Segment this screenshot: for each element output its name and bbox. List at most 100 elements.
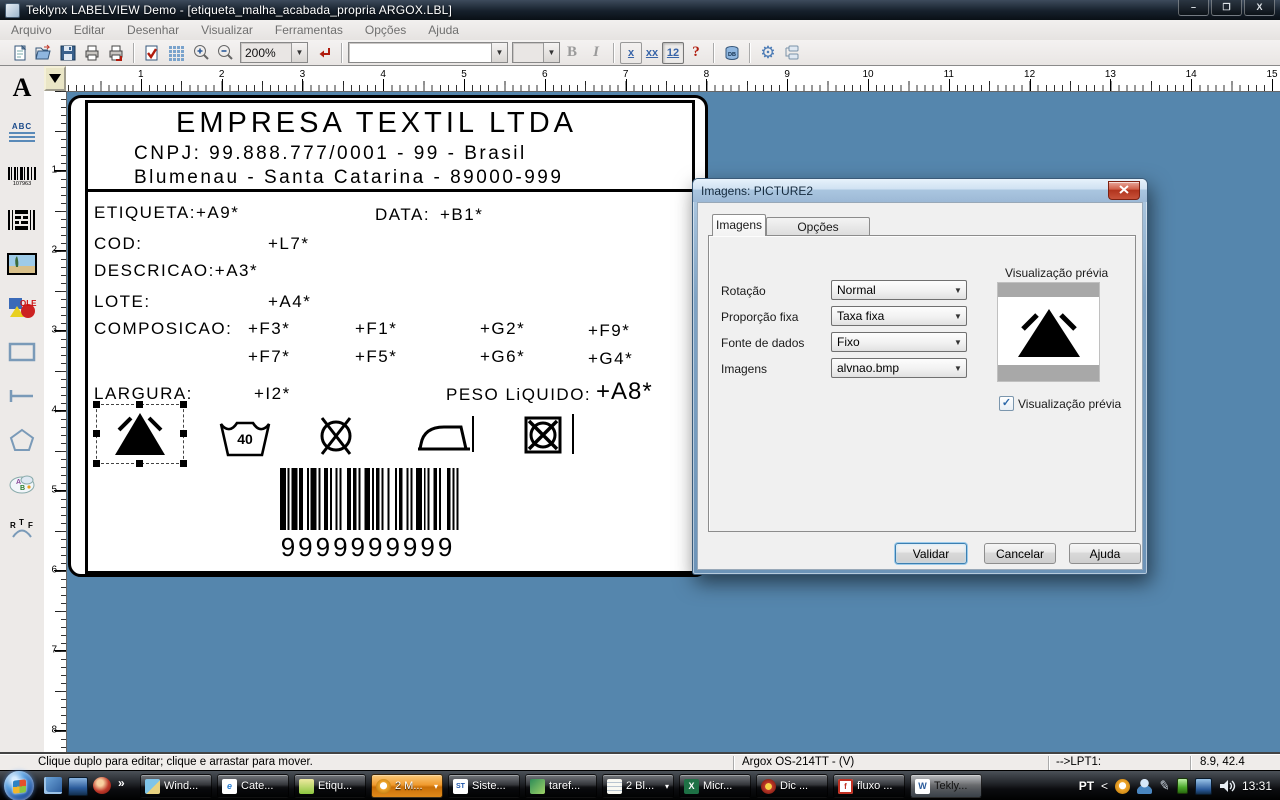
- label-body-box[interactable]: ETIQUETA: +A9* DATA: +B1* COD: +L7* DESC…: [85, 189, 695, 574]
- language-indicator[interactable]: PT: [1079, 779, 1094, 793]
- taskbar-button-10[interactable]: WTekly...: [910, 774, 982, 798]
- composicao-label[interactable]: COMPOSICAO:: [94, 319, 232, 339]
- bold-button[interactable]: B: [560, 42, 584, 64]
- line-tool[interactable]: [3, 378, 41, 414]
- print-setup-icon[interactable]: [104, 42, 128, 64]
- taskbar-button-5[interactable]: taref...: [525, 774, 597, 798]
- menu-ajuda[interactable]: Ajuda: [417, 21, 470, 40]
- tab-opcoes-avancadas[interactable]: Opções Avançadas: [766, 217, 870, 236]
- cancelar-button[interactable]: Cancelar: [984, 543, 1056, 564]
- polygon-tool[interactable]: [3, 422, 41, 458]
- taskbar-button-1[interactable]: eCate...: [217, 774, 289, 798]
- barcode-2d-tool[interactable]: [3, 202, 41, 238]
- text-tool[interactable]: A: [3, 70, 41, 106]
- font-size-select[interactable]: ▼: [512, 42, 560, 63]
- pen-icon[interactable]: ✎: [1158, 777, 1172, 795]
- taskbar-clock[interactable]: 13:31: [1242, 779, 1272, 793]
- ajuda-button[interactable]: Ajuda: [1069, 543, 1141, 564]
- tab-imagens[interactable]: Imagens: [712, 214, 766, 236]
- database-icon[interactable]: DB: [720, 42, 744, 64]
- handle[interactable]: [136, 460, 143, 467]
- barcode-tool[interactable]: 107963: [3, 158, 41, 194]
- handle[interactable]: [136, 401, 143, 408]
- ole-tool[interactable]: OLE: [3, 290, 41, 326]
- dialog-close-button[interactable]: [1108, 181, 1140, 200]
- lote-value[interactable]: +A4*: [268, 292, 311, 312]
- rtf-tool[interactable]: RTF: [3, 510, 41, 546]
- quick-launch-chevron[interactable]: »: [118, 776, 125, 790]
- taskbar-button-0[interactable]: Wind...: [140, 774, 212, 798]
- switch-windows-icon[interactable]: [44, 777, 62, 794]
- cod-label[interactable]: COD:: [94, 234, 143, 254]
- restore-button[interactable]: ❐: [1211, 0, 1242, 16]
- form-tree-icon[interactable]: [780, 42, 804, 64]
- paragraph-tool[interactable]: ABC: [3, 114, 41, 150]
- start-button[interactable]: [4, 771, 34, 800]
- menu-arquivo[interactable]: Arquivo: [0, 21, 63, 40]
- battery-icon[interactable]: [1177, 778, 1188, 794]
- comp-value[interactable]: +F5*: [355, 347, 397, 367]
- rotacao-select[interactable]: Normal▼: [831, 280, 967, 300]
- taskbar-button-4[interactable]: STSiste...: [448, 774, 520, 798]
- tray-chevron[interactable]: <: [1101, 779, 1108, 793]
- handle[interactable]: [93, 401, 100, 408]
- show-desktop-icon[interactable]: [68, 777, 88, 796]
- image-tool[interactable]: [3, 246, 41, 282]
- peso-label[interactable]: PESO LiQUIDO:: [446, 385, 591, 405]
- browser-icon[interactable]: [93, 777, 111, 794]
- zoom-in-icon[interactable]: [188, 42, 212, 64]
- menu-editar[interactable]: Editar: [63, 21, 116, 40]
- ruler-origin-button[interactable]: [44, 66, 66, 91]
- grid-icon[interactable]: [164, 42, 188, 64]
- taskbar-button-9[interactable]: ffluxo ...: [833, 774, 905, 798]
- font-name-select[interactable]: ▼: [348, 42, 508, 63]
- minimize-button[interactable]: –: [1178, 0, 1209, 16]
- largura-label[interactable]: LARGURA:: [94, 384, 193, 404]
- wash-40-icon[interactable]: 40: [218, 416, 272, 458]
- imagens-select[interactable]: alvnao.bmp▼: [831, 358, 967, 378]
- etiqueta-label[interactable]: ETIQUETA:: [94, 203, 196, 223]
- taskbar-button-2[interactable]: Etiqu...: [294, 774, 366, 798]
- comp-value[interactable]: +G4*: [588, 349, 633, 369]
- taskbar-button-3[interactable]: 2 M...▾: [371, 774, 443, 798]
- data-label[interactable]: DATA:: [375, 205, 430, 225]
- validate-icon[interactable]: [140, 42, 164, 64]
- zoom-select[interactable]: 200%▼: [240, 42, 308, 63]
- comp-value[interactable]: +F9*: [588, 321, 630, 341]
- comp-value[interactable]: +G2*: [480, 319, 525, 339]
- taskbar-button-7[interactable]: XMicr...: [679, 774, 751, 798]
- undo-icon[interactable]: [312, 42, 336, 64]
- barcode-value[interactable]: 9999999999: [218, 532, 518, 563]
- comp-value[interactable]: +G6*: [480, 347, 525, 367]
- comp-value[interactable]: +F7*: [248, 347, 290, 367]
- barcode-object[interactable]: [280, 468, 464, 530]
- zoom-out-icon[interactable]: [212, 42, 236, 64]
- help-icon[interactable]: ?: [684, 42, 708, 64]
- preview-checkbox[interactable]: ✓: [999, 396, 1014, 411]
- etiqueta-value[interactable]: +A9*: [196, 203, 239, 223]
- cod-value[interactable]: +L7*: [268, 234, 309, 254]
- descricao-field[interactable]: DESCRICAO:+A3*: [94, 261, 258, 281]
- print-icon[interactable]: [80, 42, 104, 64]
- close-button[interactable]: X: [1244, 0, 1275, 16]
- dialog-title-bar[interactable]: Imagens: PICTURE2: [693, 179, 1147, 202]
- data-value[interactable]: +B1*: [440, 205, 483, 225]
- no-tumble-dry-icon[interactable]: [524, 416, 562, 459]
- lote-label[interactable]: LOTE:: [94, 292, 151, 312]
- label-header-box[interactable]: EMPRESA TEXTIL LTDA CNPJ: 99.888.777/000…: [85, 100, 695, 192]
- palette-color-tool[interactable]: AB: [3, 466, 41, 502]
- person-icon[interactable]: [1137, 779, 1152, 794]
- comp-value[interactable]: +F1*: [355, 319, 397, 339]
- selected-picture-object[interactable]: [96, 404, 184, 464]
- clock-icon[interactable]: [1115, 779, 1130, 794]
- monitor-icon[interactable]: [1195, 778, 1212, 795]
- italic-button[interactable]: I: [584, 42, 608, 64]
- company-name[interactable]: EMPRESA TEXTIL LTDA: [176, 107, 577, 140]
- largura-value[interactable]: +I2*: [254, 384, 291, 404]
- handle[interactable]: [93, 460, 100, 467]
- company-address[interactable]: Blumenau - Santa Catarina - 89000-999: [134, 167, 563, 189]
- validar-button[interactable]: Validar: [895, 543, 967, 564]
- company-cnpj[interactable]: CNPJ: 99.888.777/0001 - 99 - Brasil: [134, 143, 527, 165]
- speaker-icon[interactable]: [1219, 779, 1235, 793]
- fixed-length-button[interactable]: x: [620, 42, 642, 64]
